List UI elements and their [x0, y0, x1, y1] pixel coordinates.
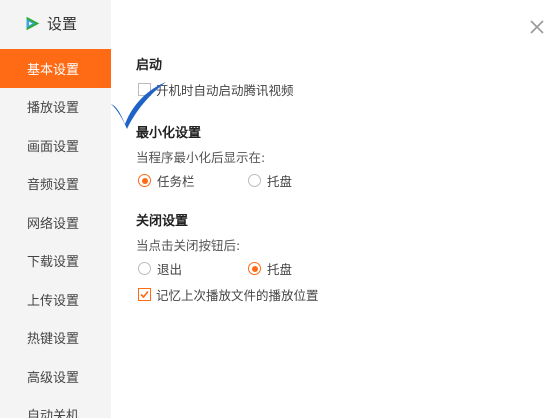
sidebar-item-hotkeys[interactable]: 热键设置	[0, 319, 111, 358]
sidebar: 设置 基本设置 播放设置 画面设置 音频设置 网络设置 下载设置 上传设置 热键…	[0, 0, 111, 418]
sidebar-item-audio[interactable]: 音频设置	[0, 165, 111, 204]
sidebar-item-label: 下载设置	[27, 255, 80, 271]
sidebar-item-label: 高级设置	[27, 370, 80, 386]
sidebar-item-label: 音频设置	[27, 178, 80, 194]
sidebar-item-auto-shutdown[interactable]: 自动关机	[0, 396, 111, 418]
minimize-option-tray[interactable]: 托盘	[248, 171, 292, 190]
sidebar-item-label: 播放设置	[27, 101, 80, 117]
sidebar-item-upload[interactable]: 上传设置	[0, 280, 111, 319]
close-option-tray[interactable]: 托盘	[248, 259, 292, 278]
sidebar-item-label: 上传设置	[27, 293, 80, 309]
minimize-option-label: 任务栏	[157, 174, 195, 189]
close-option-exit[interactable]: 退出	[138, 259, 182, 278]
app-title: 设置	[47, 14, 78, 33]
minimize-option-label: 托盘	[267, 174, 293, 189]
close-section-title: 关闭设置	[136, 214, 189, 229]
sidebar-item-label: 网络设置	[27, 216, 80, 232]
startup-section-title: 启动	[136, 58, 163, 73]
title-bar: 设置	[0, 0, 111, 46]
close-desc: 当点击关闭按钮后:	[136, 238, 241, 253]
sidebar-item-download[interactable]: 下载设置	[0, 242, 111, 281]
radio-button[interactable]	[248, 262, 261, 275]
sidebar-nav: 基本设置 播放设置 画面设置 音频设置 网络设置 下载设置 上传设置 热键设置 …	[0, 49, 111, 418]
checkmark-icon	[140, 290, 149, 299]
remember-checkbox-box[interactable]	[138, 288, 151, 301]
radio-button[interactable]	[138, 174, 151, 187]
sidebar-item-picture[interactable]: 画面设置	[0, 126, 111, 165]
sidebar-item-advanced[interactable]: 高级设置	[0, 357, 111, 396]
sidebar-item-label: 画面设置	[27, 139, 80, 155]
autostart-label: 开机时自动启动腾讯视频	[156, 83, 294, 98]
remember-position-checkbox[interactable]: 记忆上次播放文件的播放位置	[138, 285, 319, 304]
sidebar-item-label: 基本设置	[27, 62, 80, 78]
radio-button[interactable]	[138, 262, 151, 275]
sidebar-item-label: 自动关机	[27, 409, 80, 418]
close-option-label: 托盘	[267, 262, 293, 277]
tencent-video-logo-icon	[26, 16, 40, 30]
settings-panel: 启动 开机时自动启动腾讯视频 最小化设置 当程序最小化后显示在: 任务栏 托盘 …	[136, 0, 536, 418]
sidebar-item-playback[interactable]: 播放设置	[0, 88, 111, 127]
remember-label: 记忆上次播放文件的播放位置	[156, 288, 319, 303]
sidebar-item-label: 热键设置	[27, 332, 80, 348]
minimize-desc: 当程序最小化后显示在:	[136, 150, 266, 165]
radio-button[interactable]	[248, 174, 261, 187]
sidebar-item-basic[interactable]: 基本设置	[0, 49, 111, 88]
minimize-option-taskbar[interactable]: 任务栏	[138, 171, 195, 190]
checkmark-annotation-icon	[111, 82, 166, 129]
sidebar-item-network[interactable]: 网络设置	[0, 203, 111, 242]
close-option-label: 退出	[157, 262, 183, 277]
